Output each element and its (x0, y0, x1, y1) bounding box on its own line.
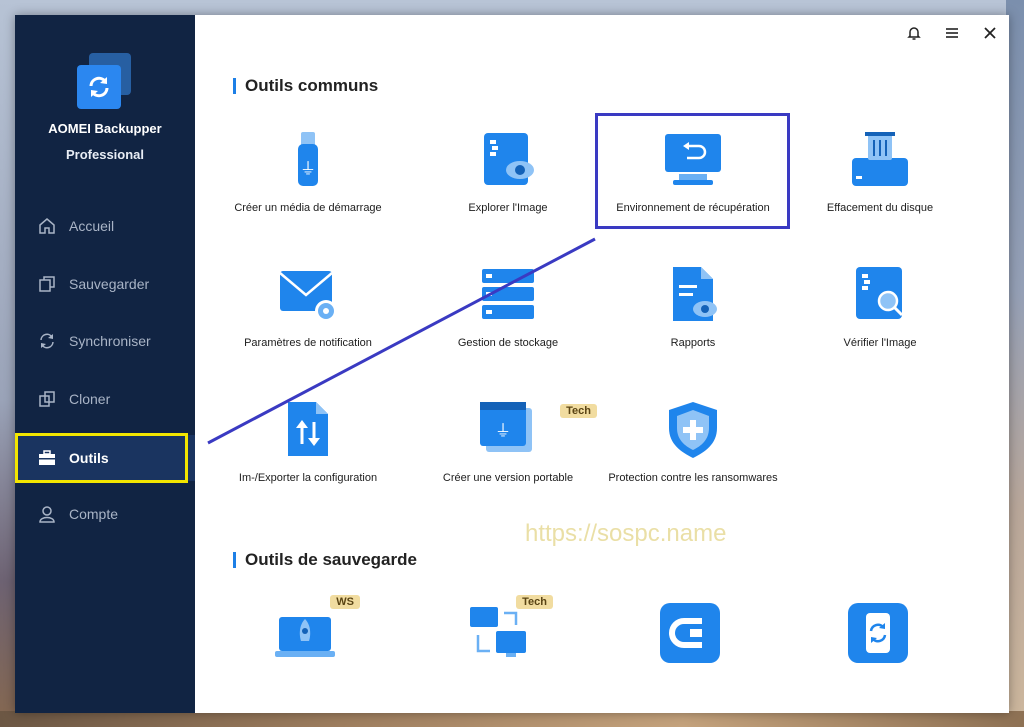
section-title-backup: Outils de sauvegarde (233, 550, 417, 570)
cbackup-icon (660, 603, 720, 663)
tool-backup-ws[interactable]: WS (230, 595, 380, 713)
pc-to-pc-icon (470, 607, 526, 657)
tool-cbackup[interactable] (615, 603, 765, 713)
tech-badge: Tech (516, 595, 553, 609)
phone-sync-icon (848, 603, 908, 663)
ws-badge: WS (330, 595, 360, 609)
app-window: AOMEI Backupper Professional Accueil Sau… (15, 15, 1009, 713)
tool-pc-migration[interactable]: Tech (423, 595, 573, 713)
watermark: https://sospc.name (525, 520, 727, 547)
desktop-background-bottom (0, 711, 1024, 727)
rocket-laptop-icon (275, 617, 335, 657)
tool-phone-sync[interactable] (803, 603, 953, 713)
